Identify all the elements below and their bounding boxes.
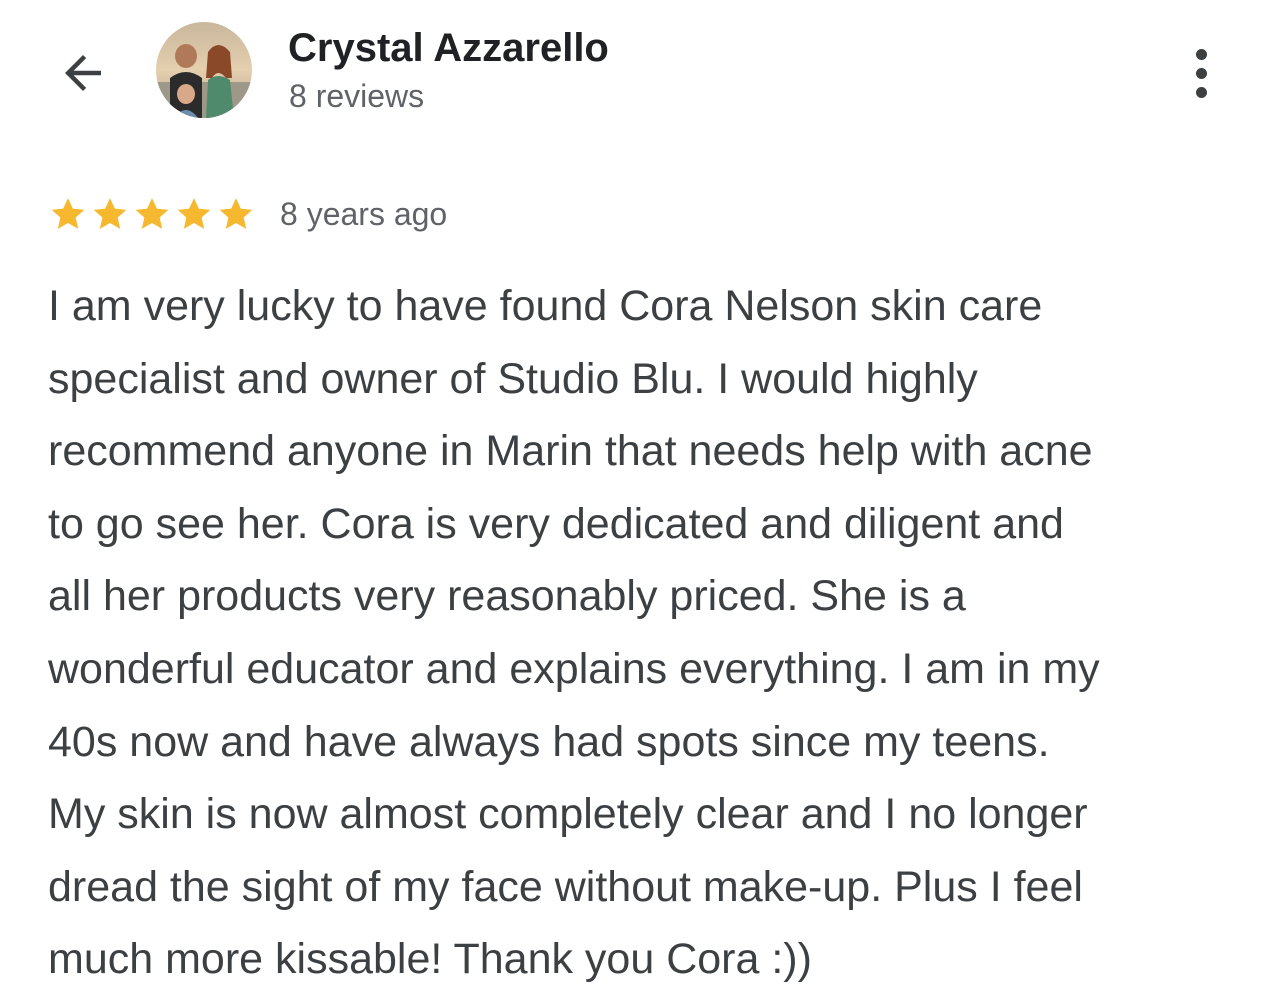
review-text-line: recommend anyone in Marin that needs hel…: [48, 427, 1093, 476]
star-icon: [177, 198, 211, 229]
star-rating: [48, 194, 256, 234]
more-vertical-icon: [1195, 48, 1207, 60]
rating-row: 8 years ago: [48, 190, 447, 238]
review-body: I am very lucky to have found Cora Nelso…: [48, 270, 1248, 996]
review-text-line: wonderful educator and explains everythi…: [48, 644, 1100, 693]
review-text-line: My skin is now almost completely clear a…: [48, 790, 1088, 839]
review-header: Crystal Azzarello 8 reviews: [0, 0, 1284, 150]
review-text-line: all her products very reasonably priced.…: [48, 572, 966, 621]
more-vertical-icon-dot: [1195, 86, 1207, 98]
review-text-line: 40s now and have always had spots since …: [48, 717, 1050, 766]
arrow-left-icon: [65, 55, 101, 91]
profile-photo: [156, 22, 252, 118]
review-count: 8 reviews: [289, 78, 425, 114]
review-text-line: dread the sight of my face without make-…: [48, 862, 1083, 911]
reviewer-name[interactable]: Crystal Azzarello: [288, 24, 609, 72]
more-vertical-icon-dot: [1195, 67, 1207, 79]
more-options-button[interactable]: [1176, 40, 1226, 106]
review-text-line: to go see her. Cora is very dedicated an…: [48, 499, 1064, 548]
back-button[interactable]: [50, 40, 116, 106]
review-text-line: much more kissable! Thank you Cora :)): [48, 935, 812, 984]
review-date: 8 years ago: [280, 195, 448, 232]
review-text-line: I am very lucky to have found Cora Nelso…: [48, 282, 1043, 330]
avatar[interactable]: [156, 22, 252, 118]
star-icon: [51, 198, 85, 229]
review-text-line: specialist and owner of Studio Blu. I wo…: [48, 354, 978, 403]
star-icon: [93, 198, 127, 229]
star-icon: [219, 198, 253, 229]
star-icon: [135, 198, 169, 229]
